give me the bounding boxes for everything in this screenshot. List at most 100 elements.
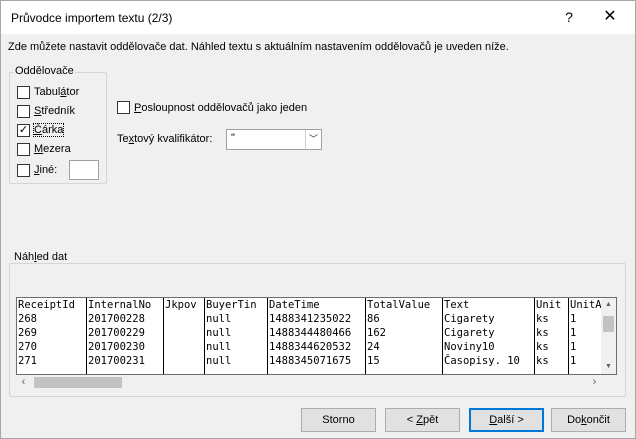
preview-cell: 1488345071675 [269, 355, 352, 367]
preview-cell: 201700228 [88, 313, 145, 325]
preview-column[interactable]: ReceiptId 268 269 270 271 [17, 298, 87, 374]
text-qualifier-select[interactable]: " ﹀ [226, 129, 322, 150]
help-button[interactable]: ? [557, 5, 581, 29]
preview-column-header: ReceiptId [18, 299, 75, 311]
preview-cell: ks [536, 355, 549, 367]
preview-column[interactable]: TotalValue 86 162 24 15 [366, 298, 443, 374]
preview-cell [164, 326, 204, 340]
space-label[interactable]: Mezera [34, 143, 71, 155]
preview-cell [164, 340, 204, 354]
preview-cell: 24 [367, 341, 380, 353]
preview-cell: 15 [367, 355, 380, 367]
preview-cell: ks [536, 313, 549, 325]
preview-cell: null [206, 327, 232, 339]
preview-column[interactable]: BuyerTin null null null null [205, 298, 268, 374]
preview-cell: 1 [570, 327, 577, 339]
back-button[interactable]: < Zpět [385, 408, 460, 432]
scroll-left-icon[interactable]: ‹ [16, 375, 31, 390]
preview-cell: 1 [570, 341, 577, 353]
preview-cell [164, 354, 204, 368]
preview-column[interactable]: Jkpov [164, 298, 205, 374]
tab-checkbox-row[interactable]: Tabulátor [17, 84, 79, 100]
preview-column-header: UnitA [570, 299, 602, 311]
other-label[interactable]: Jiné: [34, 164, 57, 176]
preview-column[interactable]: UnitA 1 1 1 1 [569, 298, 602, 374]
finish-button[interactable]: Dokončit [551, 408, 626, 432]
preview-cell: 269 [18, 327, 37, 339]
title-bar: Průvodce importem textu (2/3) ? ✕ [1, 1, 635, 34]
preview-cell [164, 312, 204, 326]
semicolon-checkbox[interactable] [17, 104, 30, 118]
preview-cell: ks [536, 327, 549, 339]
consecutive-delimiters-checkbox[interactable] [117, 101, 130, 114]
preview-cell: 1488344480466 [269, 327, 352, 339]
preview-column[interactable]: InternalNo 201700228 201700229 201700230 201… [87, 298, 164, 374]
consecutive-delimiters-row[interactable]: Posloupnost oddělovačů jako jeden [117, 101, 307, 114]
consecutive-delimiters-label[interactable]: Posloupnost oddělovačů jako jeden [134, 102, 307, 114]
cancel-button[interactable]: Storno [301, 408, 376, 432]
preview-cell: Časopisy. 10 [444, 355, 520, 367]
preview-cell: 268 [18, 313, 37, 325]
preview-cell: 201700229 [88, 327, 145, 339]
scroll-right-icon[interactable]: › [587, 375, 602, 390]
tab-label[interactable]: Tabulátor [34, 86, 79, 98]
text-qualifier-value: " [231, 132, 235, 144]
data-preview[interactable]: ReceiptId 268 269 270 271 InternalNo 201700228… [16, 297, 617, 375]
preview-column[interactable]: Text Cigarety Cigarety Noviny10 Časopisy. 10 [443, 298, 535, 374]
semicolon-checkbox-row[interactable]: Středník [17, 103, 75, 119]
space-checkbox[interactable] [17, 142, 30, 156]
preview-column-header: Jkpov [165, 299, 197, 311]
preview-column-header: BuyerTin [206, 299, 257, 311]
preview-cell: 162 [367, 327, 386, 339]
comma-checkbox-row[interactable]: ✓ Čárka [17, 122, 65, 138]
preview-cell: 270 [18, 341, 37, 353]
preview-column[interactable]: DateTime 1488341235022 1488344480466 148834… [268, 298, 366, 374]
preview-cell: Noviny10 [444, 341, 495, 353]
preview-cell: null [206, 313, 232, 325]
intro-text: Zde můžete nastavit oddělovače dat. Náhl… [8, 41, 509, 53]
preview-cell: null [206, 341, 232, 353]
preview-column-header: TotalValue [367, 299, 431, 311]
scroll-up-icon[interactable]: ▲ [601, 298, 616, 312]
preview-cell: 201700231 [88, 355, 145, 367]
preview-column-header: InternalNo [88, 299, 152, 311]
scroll-down-icon[interactable]: ▼ [601, 360, 616, 374]
space-checkbox-row[interactable]: Mezera [17, 141, 71, 157]
preview-column-header: Text [444, 299, 470, 311]
preview-title: Náhled dat [14, 251, 68, 263]
preview-cell: null [206, 355, 232, 367]
preview-cell: Cigarety [444, 313, 495, 325]
preview-cell: 201700230 [88, 341, 145, 353]
data-preview-table: ReceiptId 268 269 270 271 InternalNo 201700228… [17, 298, 602, 374]
checkmark-icon: ✓ [18, 123, 29, 136]
comma-checkbox[interactable]: ✓ [17, 123, 30, 137]
horizontal-scroll-thumb[interactable] [34, 377, 122, 388]
comma-label[interactable]: Čárka [32, 123, 65, 137]
preview-cell: 1 [570, 355, 577, 367]
close-button[interactable]: ✕ [598, 5, 622, 29]
other-delimiter-input[interactable] [69, 160, 99, 180]
other-checkbox-row[interactable]: Jiné: [17, 162, 57, 178]
preview-cell: 271 [18, 355, 37, 367]
preview-cell: 1488341235022 [269, 313, 352, 325]
preview-cell: 1488344620532 [269, 341, 352, 353]
preview-column-header: DateTime [269, 299, 320, 311]
next-button[interactable]: Další > [469, 408, 544, 432]
preview-cell: ks [536, 341, 549, 353]
dialog-title: Průvodce importem textu (2/3) [11, 11, 173, 25]
vertical-scroll-thumb[interactable] [603, 316, 614, 332]
preview-cell: 1 [570, 313, 577, 325]
horizontal-scrollbar[interactable]: ‹ › [16, 375, 602, 390]
text-qualifier-label: Textový kvalifikátor: [117, 133, 213, 145]
other-checkbox[interactable] [17, 163, 30, 177]
semicolon-label[interactable]: Středník [34, 105, 75, 117]
delimiters-group-title: Oddělovače [14, 65, 75, 77]
preview-cell: 86 [367, 313, 380, 325]
tab-checkbox[interactable] [17, 85, 30, 99]
vertical-scrollbar[interactable]: ▲ ▼ [601, 298, 616, 374]
preview-cell: Cigarety [444, 327, 495, 339]
text-import-wizard-dialog: Průvodce importem textu (2/3) ? ✕ Zde mů… [0, 0, 636, 439]
preview-column[interactable]: Unit ks ks ks ks [535, 298, 569, 374]
preview-column-header: Unit [536, 299, 562, 311]
chevron-down-icon[interactable]: ﹀ [305, 130, 321, 149]
